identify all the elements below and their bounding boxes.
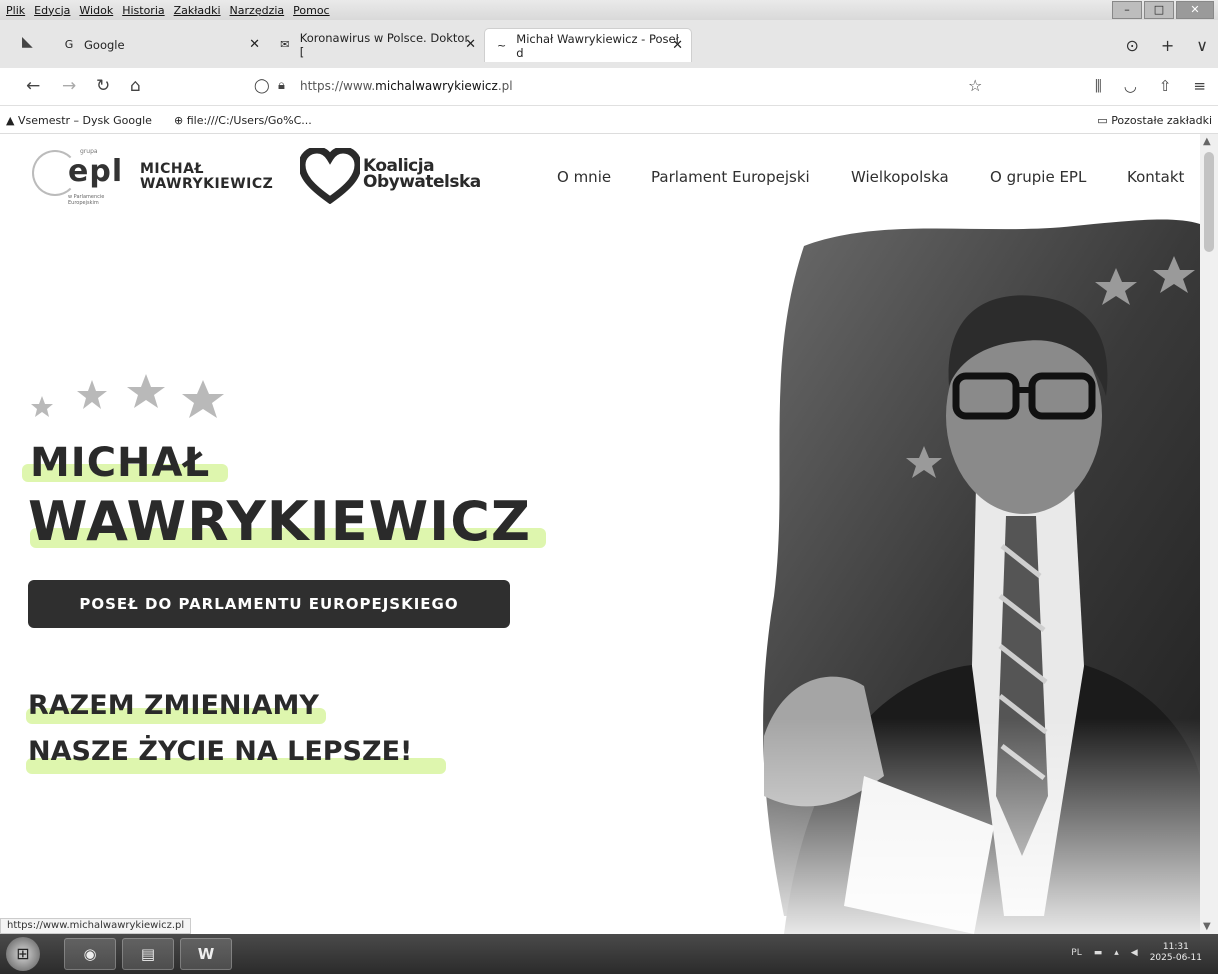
url-domain: michalwawrykiewicz: [375, 79, 498, 93]
menu-edit[interactable]: Edycja: [34, 4, 70, 17]
folder-icon: ▭: [1097, 114, 1108, 127]
tab-label: Michał Wawrykiewicz - Poseł d: [516, 31, 679, 60]
bookmark-local-file[interactable]: ⊕ file:///C:/Users/Go%C...: [174, 114, 312, 127]
recent-history-icon[interactable]: ⊙: [1125, 36, 1138, 55]
speaker-icon[interactable]: ◀: [1131, 948, 1138, 958]
navigation-bar: ← → ↻ ⌂ ◯ 🔒︎ https://www.michalwawrykiew…: [0, 68, 1218, 106]
menu-file[interactable]: Plik: [6, 4, 25, 17]
shield-icon[interactable]: ◯: [254, 78, 270, 94]
name-logo-line1: MICHAŁ: [140, 161, 204, 177]
site-header: grupa epl w Parlamencie Europejskim MICH…: [0, 134, 1200, 224]
keyboard-icon[interactable]: ▬: [1094, 948, 1103, 958]
pocket-icon[interactable]: ◡: [1124, 77, 1137, 95]
ko-line2: Obywatelska: [363, 172, 481, 192]
heart-logo-icon[interactable]: [300, 148, 360, 204]
minimize-button[interactable]: –: [1112, 1, 1142, 19]
epl-logo[interactable]: grupa epl w Parlamencie Europejskim: [32, 148, 136, 206]
name-logo[interactable]: MICHAŁ WAWRYKIEWICZ: [140, 162, 273, 192]
drive-icon: ▲: [6, 114, 15, 127]
tab-wawrykiewicz[interactable]: ~ Michał Wawrykiewicz - Poseł d ✕: [484, 28, 692, 62]
tab-koronawirus[interactable]: ✉ Koronawirus w Polsce. Doktor [ ✕: [268, 28, 484, 62]
taskbar-firefox-icon[interactable]: ◉: [64, 938, 116, 970]
hero-first-name: MICHAŁ: [30, 440, 211, 486]
menu-help[interactable]: Pomoc: [293, 4, 329, 17]
start-button[interactable]: ⊞: [6, 937, 40, 971]
name-logo-line2: WAWRYKIEWICZ: [140, 176, 274, 192]
menu-bar: Plik Edycja Widok Historia Zakładki Narz…: [0, 0, 1218, 20]
bookmark-drive[interactable]: ▲ Vsemestr – Dysk Google: [6, 114, 152, 127]
scrollbar-thumb[interactable]: [1204, 152, 1214, 252]
news-favicon-icon: ✉: [280, 38, 290, 51]
web-page: grupa epl w Parlamencie Europejskim MICH…: [0, 134, 1200, 934]
nav-kontakt[interactable]: Kontakt: [1127, 168, 1184, 186]
menu-history[interactable]: Historia: [122, 4, 164, 17]
close-tab-icon[interactable]: ✕: [249, 37, 260, 52]
hero-last-name: WAWRYKIEWICZ: [28, 490, 532, 553]
slogan-line-1: RAZEM ZMIENIAMY: [28, 690, 319, 721]
title-badge: POSEŁ DO PARLAMENTU EUROPEJSKIEGO: [28, 580, 510, 628]
tab-list-chevron-down-icon[interactable]: ∨: [1196, 36, 1208, 55]
other-bookmarks[interactable]: ▭ Pozostałe zakładki: [1097, 114, 1212, 127]
url-prefix: https://www.: [300, 79, 376, 93]
bookmark-label: file:///C:/Users/Go%C...: [186, 114, 312, 127]
clock[interactable]: 11:31 2025-06-11: [1150, 942, 1202, 964]
nav-o-mnie[interactable]: O mnie: [557, 168, 611, 186]
epl-subtitle: w Parlamencie Europejskim: [68, 194, 105, 206]
maximize-button[interactable]: □: [1144, 1, 1174, 19]
clock-date: 2025-06-11: [1149, 953, 1202, 963]
hero-portrait-image: [744, 216, 1200, 934]
menu-tools[interactable]: Narzędzia: [230, 4, 285, 17]
close-window-button[interactable]: ✕: [1176, 1, 1214, 19]
share-icon[interactable]: ⇧: [1159, 77, 1172, 95]
url-suffix: .pl: [497, 79, 513, 93]
reload-icon[interactable]: ↻: [96, 76, 110, 96]
tab-label: Google: [84, 38, 125, 52]
nav-o-grupie-epl[interactable]: O grupie EPL: [990, 168, 1086, 186]
library-icon[interactable]: ⫼: [1095, 77, 1102, 95]
decorative-stars-icon: [31, 374, 224, 418]
tab-label: Koronawirus w Polsce. Doktor [: [299, 31, 470, 59]
window-controls: – □ ✕: [1112, 1, 1214, 19]
toolbar-icons: ⫼ ◡ ⇧ ≡: [1095, 77, 1206, 95]
other-bookmarks-label: Pozostałe zakładki: [1111, 114, 1212, 127]
bookmark-label: Vsemestr – Dysk Google: [17, 114, 152, 127]
close-tab-icon[interactable]: ✕: [672, 38, 683, 53]
site-favicon-icon: ~: [497, 38, 507, 52]
hamburger-menu-icon[interactable]: ≡: [1193, 77, 1206, 95]
close-tab-icon[interactable]: ✕: [465, 37, 476, 52]
scroll-up-icon[interactable]: ▲: [1203, 136, 1211, 147]
nav-wielkopolska[interactable]: Wielkopolska: [851, 168, 949, 186]
status-link-url: https://www.michalwawrykiewicz.pl: [0, 918, 192, 934]
taskbar-word-icon[interactable]: W: [180, 938, 232, 970]
lock-icon[interactable]: 🔒︎: [278, 78, 285, 93]
epl-text: epl: [68, 154, 124, 189]
menu-view[interactable]: Widok: [79, 4, 113, 17]
tab-tools: ⊙ + ∨: [1125, 36, 1208, 55]
slogan-line-2: NASZE ŻYCIE NA LEPSZE!: [28, 736, 413, 767]
browser-screen: Plik Edycja Widok Historia Zakładki Narz…: [0, 0, 1218, 974]
clock-time: 11:31: [1162, 942, 1189, 952]
koalicja-logo-text[interactable]: Koalicja Obywatelska: [363, 158, 481, 192]
bookmark-star-icon[interactable]: ☆: [968, 76, 982, 95]
tab-strip: ◣ G Google ✕ ✉ Koronawirus w Polsce. Dok…: [0, 20, 1218, 68]
language-indicator[interactable]: PL: [1071, 948, 1081, 958]
taskbar-explorer-icon[interactable]: ▤: [122, 938, 174, 970]
system-tray: PL ▬ ▴ ◀ 11:31 2025-06-11: [1071, 942, 1202, 964]
tray-up-arrow-icon[interactable]: ▴: [1114, 948, 1119, 958]
scroll-down-icon[interactable]: ▼: [1203, 921, 1211, 932]
firefox-view-icon[interactable]: ◣: [22, 34, 33, 50]
windows-taskbar: ⊞ ◉ ▤ W PL ▬ ▴ ◀ 11:31 2025-06-11: [0, 934, 1218, 974]
forward-arrow-icon[interactable]: →: [62, 76, 76, 96]
bookmarks-bar: ▲ Vsemestr – Dysk Google ⊕ file:///C:/Us…: [0, 106, 1218, 134]
nav-parlament-europejski[interactable]: Parlament Europejski: [651, 168, 810, 186]
globe-icon: ⊕: [174, 114, 184, 127]
home-icon[interactable]: ⌂: [130, 76, 141, 96]
address-bar[interactable]: https://www.michalwawrykiewicz.pl: [300, 79, 513, 93]
google-favicon-icon: G: [64, 38, 74, 51]
menu-bookmarks[interactable]: Zakładki: [174, 4, 221, 17]
page-scrollbar[interactable]: ▲ ▼: [1200, 134, 1218, 934]
back-arrow-icon[interactable]: ←: [26, 76, 40, 96]
new-tab-icon[interactable]: +: [1161, 36, 1174, 55]
tab-google[interactable]: G Google ✕: [52, 28, 268, 62]
